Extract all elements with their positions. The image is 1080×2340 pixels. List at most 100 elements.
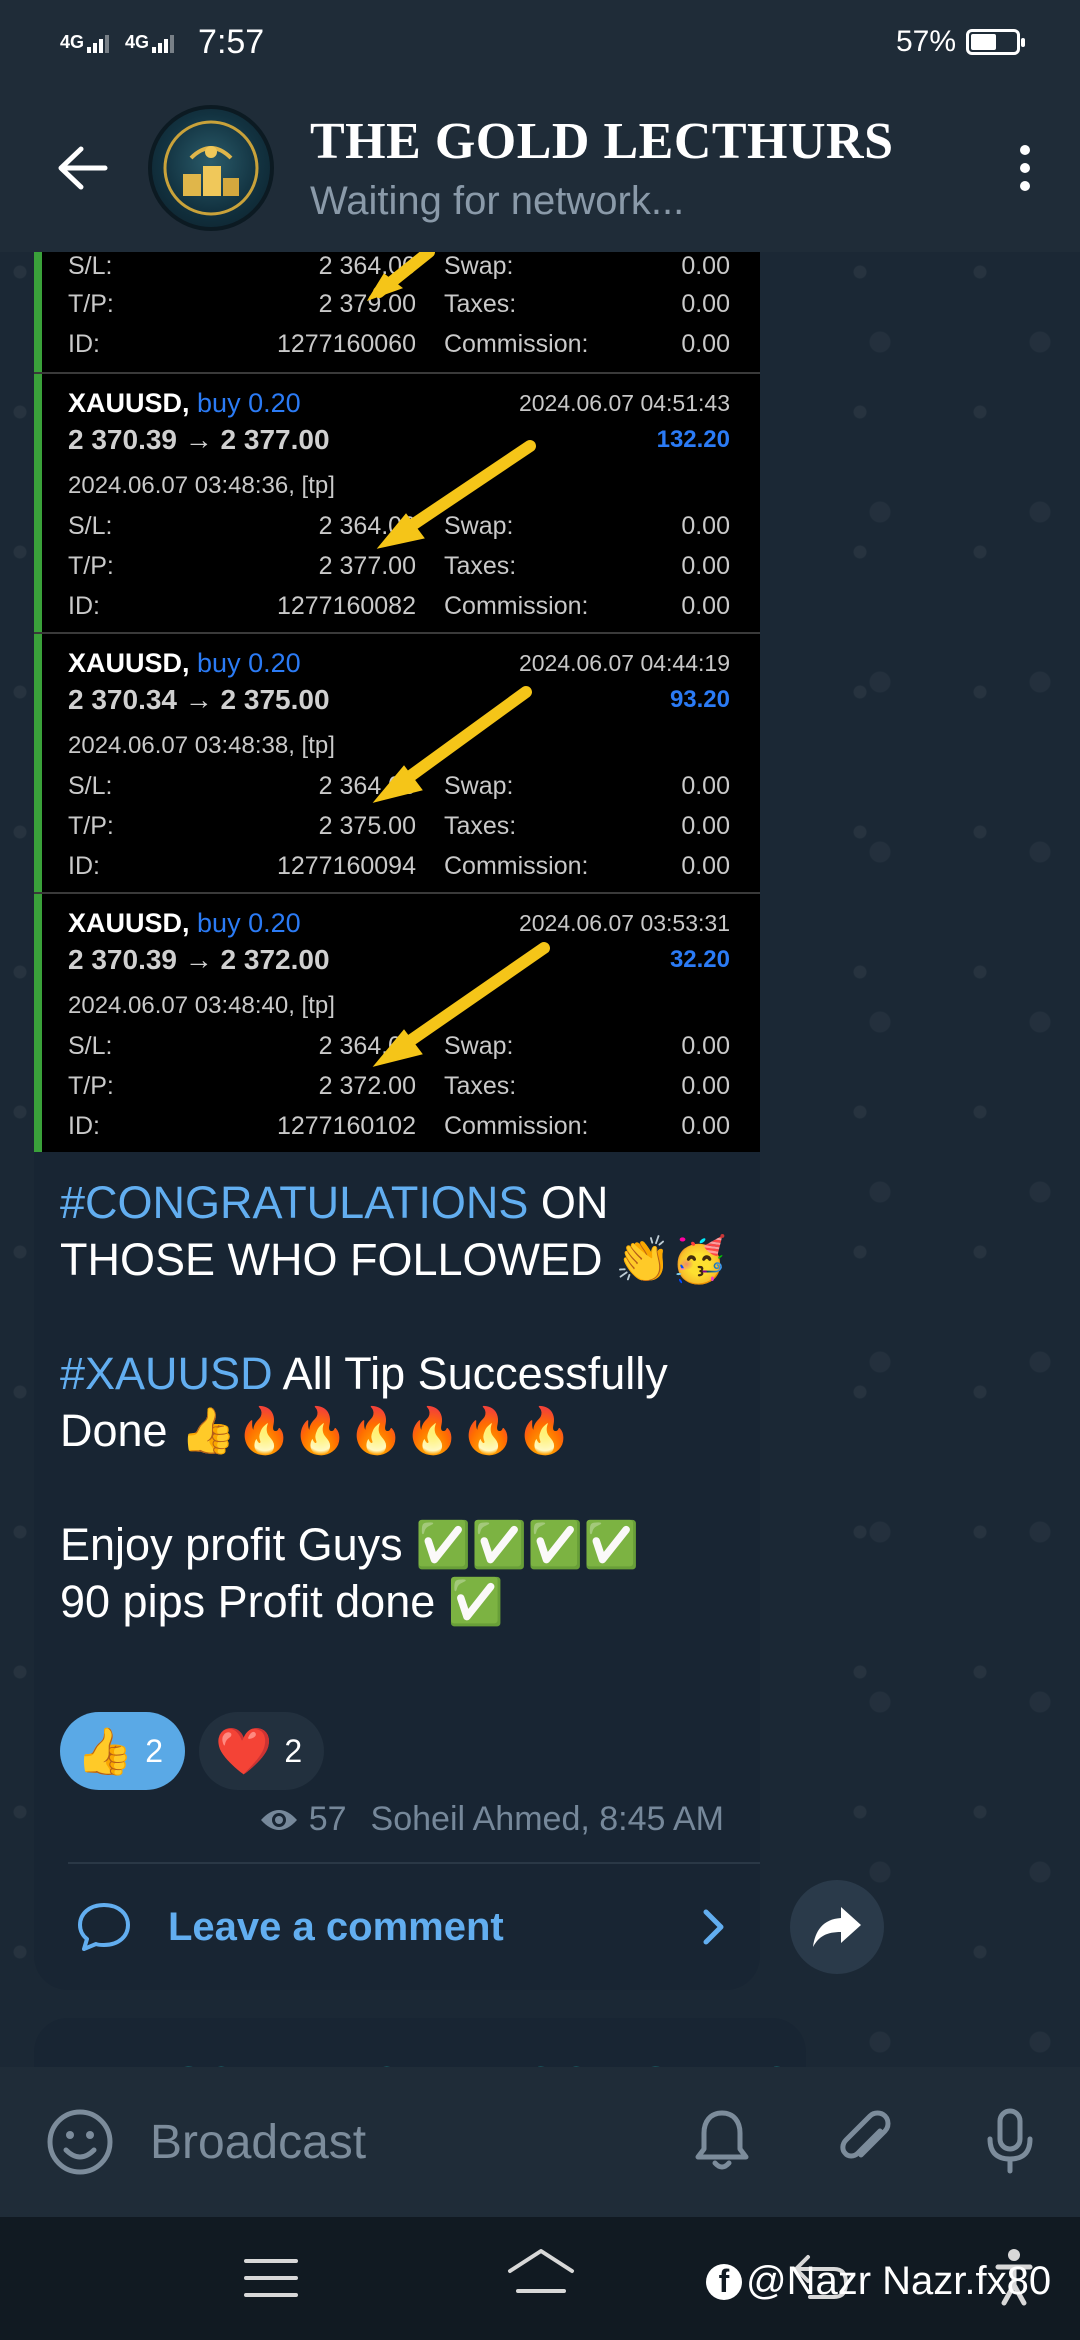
reaction-heart[interactable]: ❤️ 2 bbox=[199, 1712, 325, 1790]
label-swap: Swap: bbox=[444, 512, 514, 540]
system-nav-bar: f @Nazr Nazr.fx80 bbox=[0, 2217, 1080, 2340]
message-bubble: S/L: 2 364.00 Swap: 0.00 T/P: 2 379.00 T… bbox=[34, 252, 760, 1990]
message-text-3: Enjoy profit Guys ✅✅✅✅ bbox=[60, 1519, 640, 1570]
thumbs-up-icon: 👍 bbox=[76, 1724, 134, 1777]
reaction-count: 2 bbox=[284, 1732, 303, 1769]
view-count: 57 bbox=[308, 1800, 347, 1838]
status-right: 57% bbox=[895, 25, 1025, 59]
value-id: 1277160102 bbox=[276, 1112, 416, 1140]
signal-2: 4G bbox=[125, 31, 175, 53]
header-titles[interactable]: THE GOLD LECTHURS Waiting for network... bbox=[310, 112, 900, 224]
trade-partial: S/L: 2 364.00 Swap: 0.00 T/P: 2 379.00 T… bbox=[34, 252, 760, 372]
trade-record: XAUUSD, buy 0.20 2 370.39 → 2 372.00 202… bbox=[34, 892, 760, 1152]
value-taxes: 0.00 bbox=[681, 1072, 730, 1100]
reactions: 👍 2 ❤️ 2 bbox=[60, 1712, 325, 1790]
value-id: 1277160082 bbox=[276, 592, 416, 620]
message-paragraph-3: Enjoy profit Guys ✅✅✅✅ 90 pips Profit don… bbox=[60, 1516, 750, 1630]
label-swap: Swap: bbox=[444, 772, 514, 800]
trade-open-time: 2024.06.07 03:48:38, [tp] bbox=[68, 732, 335, 759]
trade-prices: 2 370.34 → 2 375.00 bbox=[68, 684, 330, 715]
input-bar: Broadcast bbox=[0, 2067, 1080, 2217]
value-commission: 0.00 bbox=[681, 330, 730, 358]
message-paragraph-2: #XAUUSD All Tip Successfully Done 👍🔥🔥🔥🔥🔥… bbox=[60, 1345, 750, 1459]
label-commission: Commission: bbox=[444, 852, 589, 880]
chevron-right-icon bbox=[703, 1909, 724, 1945]
back-button[interactable] bbox=[38, 123, 128, 213]
value-tp: 2 375.00 bbox=[318, 812, 416, 840]
signal-bars-icon bbox=[152, 33, 175, 53]
bell-icon[interactable] bbox=[686, 2105, 758, 2177]
trade-prices: 2 370.39 → 2 377.00 bbox=[68, 424, 330, 455]
message-text: #CONGRATULATIONS ON THOSE WHO FOLLOWED 👏… bbox=[60, 1174, 750, 1630]
value-sl: 2 364.00 bbox=[318, 512, 416, 540]
value-taxes: 0.00 bbox=[681, 812, 730, 840]
more-options-button[interactable] bbox=[1000, 123, 1050, 213]
value-tp: 2 372.00 bbox=[318, 1072, 416, 1100]
value-sl: 2 364.00 bbox=[318, 252, 416, 280]
trade-symbol: XAUUSD, buy 0.20 bbox=[68, 648, 301, 678]
trade-symbol: XAUUSD, buy 0.20 bbox=[68, 908, 301, 938]
value-swap: 0.00 bbox=[681, 512, 730, 540]
watermark-text: @Nazr Nazr.fx80 bbox=[746, 2259, 1052, 2303]
value-id: 1277160094 bbox=[276, 852, 416, 880]
status-bar: 4G 4G 7:57 57% bbox=[0, 0, 1080, 84]
channel-avatar[interactable] bbox=[148, 105, 274, 231]
value-swap: 0.00 bbox=[681, 252, 730, 280]
trade-record: XAUUSD, buy 0.20 2 370.34 → 2 375.00 202… bbox=[34, 632, 760, 892]
trade-history-screenshot[interactable]: S/L: 2 364.00 Swap: 0.00 T/P: 2 379.00 T… bbox=[34, 252, 760, 1152]
signal-1: 4G bbox=[60, 31, 110, 53]
label-commission: Commission: bbox=[444, 592, 589, 620]
label-commission: Commission: bbox=[444, 1112, 589, 1140]
value-tp: 2 379.00 bbox=[318, 290, 416, 318]
value-sl: 2 364.00 bbox=[318, 772, 416, 800]
trade-open-time: 2024.06.07 03:48:36, [tp] bbox=[68, 472, 335, 499]
trade-close-time: 2024.06.07 04:44:19 bbox=[518, 650, 730, 676]
trade-close-time: 2024.06.07 03:53:31 bbox=[518, 910, 730, 936]
message-input[interactable]: Broadcast bbox=[150, 2115, 366, 2170]
watermark: f @Nazr Nazr.fx80 bbox=[706, 2259, 1051, 2304]
reaction-count: 2 bbox=[145, 1732, 164, 1769]
value-commission: 0.00 bbox=[681, 852, 730, 880]
gold-bars-logo-icon bbox=[163, 120, 259, 216]
battery-percent: 57% bbox=[895, 25, 956, 58]
trade-symbol: XAUUSD, buy 0.20 bbox=[68, 388, 301, 418]
home-icon[interactable] bbox=[506, 2247, 576, 2307]
trade-profit: 93.20 bbox=[669, 686, 730, 713]
value-tp: 2 377.00 bbox=[318, 552, 416, 580]
value-taxes: 0.00 bbox=[681, 290, 730, 318]
trade-prices: 2 370.39 → 2 372.00 bbox=[68, 944, 330, 975]
trade-profit: 132.20 bbox=[656, 426, 730, 453]
chat-title: THE GOLD LECTHURS bbox=[310, 113, 894, 170]
battery-icon bbox=[966, 29, 1025, 55]
label-swap: Swap: bbox=[444, 1032, 514, 1060]
network-type-1: 4G bbox=[60, 31, 85, 52]
message-text-4: 90 pips Profit done ✅ bbox=[60, 1576, 504, 1627]
author-time: Soheil Ahmed, 8:45 AM bbox=[370, 1800, 724, 1838]
forward-button[interactable] bbox=[790, 1880, 884, 1974]
trade-open-time: 2024.06.07 03:48:40, [tp] bbox=[68, 992, 335, 1019]
hashtag-xauusd[interactable]: #XAUUSD bbox=[60, 1348, 273, 1399]
facebook-icon: f bbox=[706, 2263, 742, 2300]
network-type-2: 4G bbox=[125, 31, 150, 52]
label-taxes: Taxes: bbox=[444, 552, 517, 580]
message-meta: 57 Soheil Ahmed, 8:45 AM bbox=[259, 1800, 724, 1839]
value-taxes: 0.00 bbox=[681, 552, 730, 580]
value-sl: 2 364.00 bbox=[318, 1032, 416, 1060]
arrow-left-icon bbox=[58, 146, 108, 190]
message-paragraph-1: #CONGRATULATIONS ON THOSE WHO FOLLOWED 👏… bbox=[60, 1174, 750, 1288]
label-taxes: Taxes: bbox=[444, 290, 517, 318]
trade-record: XAUUSD, buy 0.20 2 370.39 → 2 377.00 202… bbox=[34, 372, 760, 632]
reaction-thumbs-up[interactable]: 👍 2 bbox=[60, 1712, 186, 1790]
leave-comment-button[interactable]: Leave a comment bbox=[34, 1864, 760, 1990]
value-swap: 0.00 bbox=[681, 1032, 730, 1060]
hashtag-congratulations[interactable]: #CONGRATULATIONS bbox=[60, 1177, 528, 1228]
chat-status: Waiting for network... bbox=[310, 179, 685, 223]
label-swap: Swap: bbox=[444, 252, 514, 280]
emoji-icon[interactable] bbox=[44, 2106, 116, 2178]
chat-header: THE GOLD LECTHURS Waiting for network... bbox=[0, 84, 1080, 252]
attach-icon[interactable] bbox=[830, 2105, 902, 2177]
signal-bars-icon bbox=[87, 33, 110, 53]
microphone-icon[interactable] bbox=[974, 2105, 1046, 2177]
recent-apps-icon[interactable] bbox=[244, 2257, 298, 2299]
label-taxes: Taxes: bbox=[444, 812, 517, 840]
